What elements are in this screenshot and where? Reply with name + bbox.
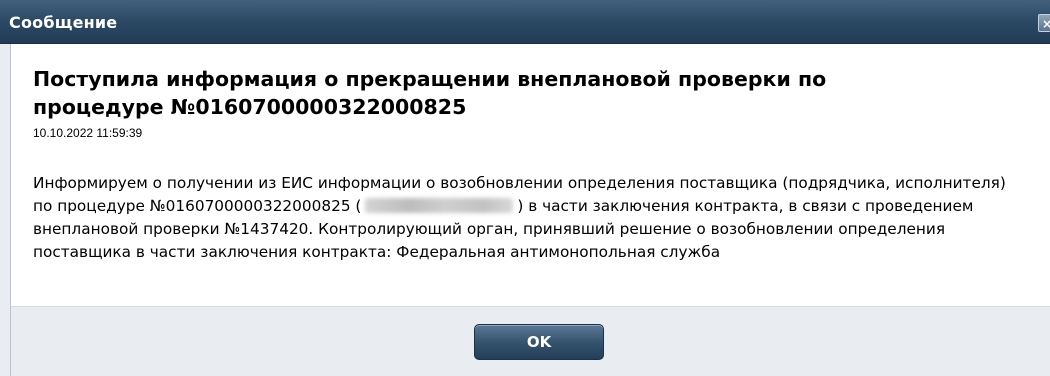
- dialog-titlebar[interactable]: Сообщение ×: [0, 0, 1050, 44]
- message-body: Информируем о получении из ЕИС информаци…: [33, 172, 1023, 264]
- redacted-text: [365, 198, 514, 213]
- dialog-left-border: [0, 44, 11, 376]
- dialog-content: Поступила информация о прекращении внепл…: [11, 44, 1050, 306]
- message-dialog: Сообщение × Поступила информация о прекр…: [0, 0, 1050, 376]
- dialog-title: Сообщение: [9, 13, 118, 32]
- message-heading: Поступила информация о прекращении внепл…: [33, 67, 827, 119]
- dialog-footer: OK: [11, 306, 1050, 376]
- close-icon[interactable]: ×: [1038, 14, 1050, 32]
- ok-button[interactable]: OK: [474, 324, 604, 360]
- message-timestamp: 10.10.2022 11:59:39: [33, 126, 143, 140]
